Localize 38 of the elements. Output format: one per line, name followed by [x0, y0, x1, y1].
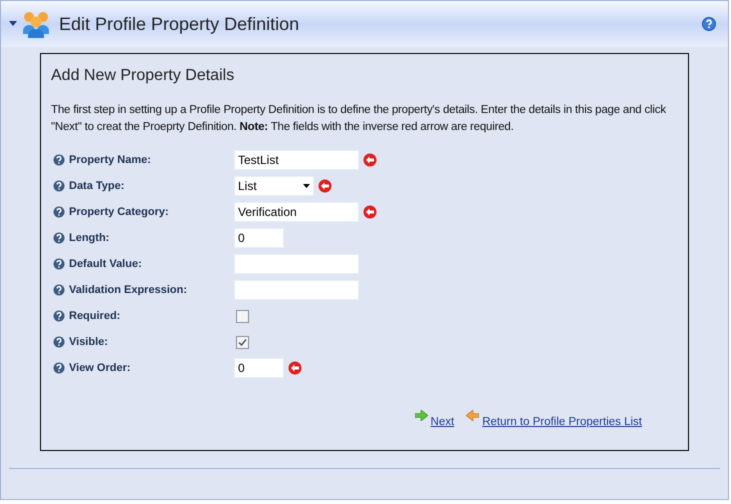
- text-field[interactable]: 0: [234, 228, 284, 248]
- help-icon[interactable]: [53, 336, 65, 348]
- field-label: View Order:: [69, 360, 131, 376]
- text-field[interactable]: 0: [234, 358, 284, 378]
- help-icon[interactable]: [53, 284, 65, 296]
- help-icon[interactable]: [53, 258, 65, 270]
- help-icon[interactable]: [53, 232, 65, 244]
- caret-icon: [303, 184, 310, 188]
- help-icon[interactable]: [53, 180, 65, 192]
- arrow-left-icon: [466, 410, 480, 421]
- field-label: Required:: [69, 308, 120, 324]
- caret-icon[interactable]: [9, 21, 17, 27]
- checkbox[interactable]: [236, 336, 249, 348]
- dropdown[interactable]: List: [234, 176, 314, 196]
- link[interactable]: Return to Profile Properties List: [482, 414, 642, 431]
- help-icon[interactable]: [53, 206, 65, 218]
- link[interactable]: Next: [430, 414, 454, 431]
- field-label: Length:: [69, 230, 110, 246]
- field-label: Property Category:: [69, 204, 169, 220]
- intro-text: The first step in setting up a Profile Property Definition is to define the property's details. Enter the details in this page and click "Next" to creat the Proeprty Definition. Note: The fields with the inverse red arrow are required.: [51, 103, 667, 135]
- help-icon[interactable]: [53, 362, 65, 374]
- help-icon[interactable]: [53, 310, 65, 322]
- users-icon: [21, 9, 51, 39]
- field-label: Validation Expression:: [69, 282, 187, 298]
- text-field[interactable]: Verification: [234, 202, 359, 222]
- field-label: Visible:: [69, 334, 108, 350]
- checkbox[interactable]: [236, 310, 249, 322]
- help-icon[interactable]: [53, 154, 65, 166]
- text-field[interactable]: [234, 280, 359, 300]
- field-label: Property Name:: [69, 152, 151, 168]
- field-label: Default Value:: [69, 256, 142, 272]
- text-field[interactable]: [234, 254, 359, 274]
- section-title: Add New Property Details: [51, 66, 236, 86]
- arrow-right-icon: [414, 410, 428, 421]
- help-icon[interactable]: [702, 17, 716, 31]
- field-label: Data Type:: [69, 178, 124, 194]
- panel-title: Edit Profile Property Definition: [59, 12, 300, 36]
- text-field[interactable]: TestList: [234, 150, 359, 170]
